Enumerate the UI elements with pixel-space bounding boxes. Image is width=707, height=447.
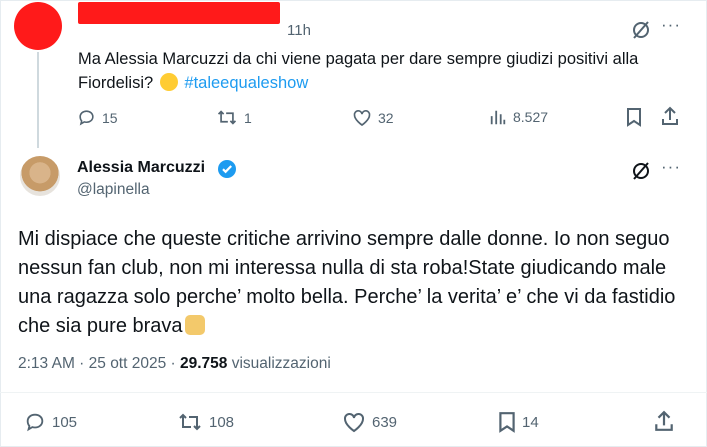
bookmark-icon bbox=[499, 412, 515, 433]
tweet-meta: 2:13 AM · 25 ott 2025 · 29.758 visualizz… bbox=[18, 355, 331, 373]
bookmark-button[interactable]: 14 bbox=[498, 411, 539, 433]
share-icon bbox=[655, 410, 673, 431]
reply-button[interactable]: 15 bbox=[77, 108, 118, 127]
bookmark-button[interactable] bbox=[626, 107, 642, 127]
verified-badge-icon[interactable] bbox=[217, 159, 237, 184]
rofl-emoji-icon bbox=[159, 73, 178, 91]
tweet-timestamp[interactable]: 2:13 AM · 25 ott 2025 · bbox=[18, 355, 180, 372]
views-label: visualizzazioni bbox=[227, 355, 331, 372]
reply-action-bar: 15 1 32 8.527 bbox=[0, 106, 707, 128]
like-count: 32 bbox=[378, 109, 394, 126]
reply-button[interactable]: 105 bbox=[24, 411, 77, 433]
views-button[interactable]: 8.527 bbox=[489, 108, 548, 126]
analytics-icon bbox=[490, 110, 506, 125]
retweet-button[interactable]: 108 bbox=[177, 411, 234, 433]
more-options-icon[interactable]: ··· bbox=[661, 157, 681, 177]
redacted-avatar[interactable] bbox=[14, 2, 62, 50]
like-count: 639 bbox=[372, 413, 398, 431]
bookmark-count: 14 bbox=[522, 413, 539, 431]
retweet-button[interactable]: 1 bbox=[216, 108, 252, 127]
grok-icon[interactable] bbox=[630, 160, 652, 187]
divider bbox=[0, 392, 707, 393]
reply-icon bbox=[79, 110, 94, 126]
display-name[interactable]: Alessia Marcuzzi bbox=[77, 159, 205, 177]
reply-text: Ma Alessia Marcuzzi da chi viene pagata … bbox=[78, 47, 688, 95]
user-handle[interactable]: @lapinella bbox=[77, 181, 150, 199]
thread-line bbox=[37, 52, 39, 148]
heart-icon bbox=[344, 412, 364, 433]
share-button[interactable] bbox=[654, 410, 674, 432]
reply-count: 105 bbox=[52, 413, 78, 431]
retweet-count: 1 bbox=[244, 109, 252, 126]
reply-count: 15 bbox=[102, 109, 118, 126]
reply-icon bbox=[26, 413, 44, 432]
like-button[interactable]: 639 bbox=[342, 411, 397, 433]
tweet-action-bar: 105 108 639 14 bbox=[0, 410, 707, 436]
redacted-username bbox=[78, 2, 280, 24]
retweet-icon bbox=[217, 110, 237, 125]
more-options-icon[interactable]: ··· bbox=[661, 15, 681, 35]
bookmark-icon bbox=[627, 108, 641, 127]
hashtag-link[interactable]: #taleequaleshow bbox=[184, 74, 308, 92]
views-count: 29.758 bbox=[180, 355, 228, 372]
view-count: 8.527 bbox=[513, 109, 549, 125]
retweet-count: 108 bbox=[209, 413, 235, 431]
tweet-text-body: Mi dispiace che queste critiche arrivino… bbox=[18, 228, 676, 337]
woman-shrugging-emoji-icon bbox=[184, 315, 205, 335]
share-button[interactable] bbox=[661, 106, 679, 126]
share-icon bbox=[662, 106, 678, 125]
heart-icon bbox=[353, 110, 371, 127]
avatar[interactable] bbox=[20, 156, 60, 196]
reply-timestamp[interactable]: 11h bbox=[287, 22, 311, 39]
tweet-text: Mi dispiace che queste critiche arrivino… bbox=[18, 225, 698, 341]
retweet-icon bbox=[179, 413, 201, 431]
grok-icon[interactable] bbox=[630, 19, 652, 46]
like-button[interactable]: 32 bbox=[352, 108, 394, 127]
